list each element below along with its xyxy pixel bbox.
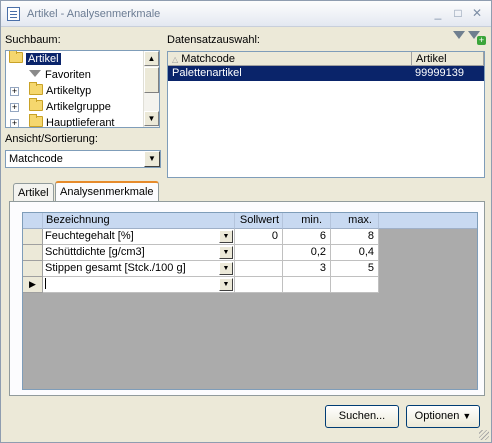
plus-icon: +: [477, 35, 486, 45]
expand-icon[interactable]: +: [10, 87, 19, 96]
cell-bezeichnung[interactable]: Schüttdichte [g/cm3] ▼: [43, 245, 235, 261]
tree-item-hauptlieferant[interactable]: Hauptlieferant: [29, 114, 115, 127]
cell-bezeichnung[interactable]: Feuchtegehalt [%] ▼: [43, 229, 235, 245]
cell-min[interactable]: 6: [283, 229, 331, 245]
column-header-min[interactable]: min.: [283, 213, 331, 229]
tree-item-artikeltyp[interactable]: Artikeltyp: [29, 82, 91, 99]
row-selector[interactable]: [23, 229, 43, 245]
sort-value: Matchcode: [9, 153, 63, 165]
resize-grip-icon[interactable]: [479, 430, 489, 440]
folder-icon: [9, 51, 23, 63]
cell-artikel: 99999139: [415, 67, 464, 79]
chevron-down-icon: ▼: [462, 411, 472, 421]
cell-matchcode: Palettenartikel: [172, 67, 242, 79]
search-tree[interactable]: Artikel Favoriten + Artikeltyp + Artikel…: [5, 50, 160, 128]
cell-sollwert[interactable]: 0: [235, 229, 283, 245]
scroll-thumb[interactable]: [144, 67, 159, 93]
merkmale-grid[interactable]: Bezeichnung Sollwert min. max. Feuchtege…: [22, 212, 478, 390]
minimize-icon[interactable]: _: [431, 6, 445, 20]
cell-max[interactable]: 8: [331, 229, 379, 245]
folder-icon: [29, 114, 43, 127]
chevron-down-icon[interactable]: ▼: [219, 230, 233, 243]
scroll-down-icon[interactable]: ▼: [144, 111, 159, 126]
sort-label: Ansicht/Sortierung:: [5, 133, 98, 145]
cell-min[interactable]: 3: [283, 261, 331, 277]
cell-max-new[interactable]: [331, 277, 379, 293]
cell-max[interactable]: 0,4: [331, 245, 379, 261]
text-cursor: [45, 278, 46, 289]
cell-bezeichnung-new[interactable]: ▼: [43, 277, 235, 293]
close-icon[interactable]: ✕: [470, 6, 484, 20]
title-bar: Artikel - Analysenmerkmale _ □ ✕: [1, 1, 491, 27]
records-grid[interactable]: △ Matchcode Artikel Palettenartikel 9999…: [167, 51, 485, 178]
cell-max[interactable]: 5: [331, 261, 379, 277]
row-selector[interactable]: [23, 245, 43, 261]
cell-sollwert-new[interactable]: [235, 277, 283, 293]
header-filler: [379, 213, 477, 229]
tree-item-favoriten[interactable]: Favoriten: [29, 68, 91, 83]
tree-item-artikel[interactable]: Artikel: [9, 51, 61, 67]
column-header-artikel[interactable]: Artikel: [412, 52, 484, 66]
tree-label: Suchbaum:: [5, 34, 61, 46]
row-selector-header: [23, 213, 43, 229]
chevron-down-icon[interactable]: ▼: [219, 262, 233, 275]
folder-icon: [29, 98, 43, 111]
options-button[interactable]: Optionen ▼: [406, 405, 480, 428]
tab-analysenmerkmale[interactable]: Analysenmerkmale: [55, 181, 159, 203]
scroll-up-icon[interactable]: ▲: [144, 51, 159, 66]
tab-artikel[interactable]: Artikel: [13, 183, 54, 203]
window-title: Artikel - Analysenmerkmale: [27, 8, 161, 20]
search-button[interactable]: Suchen...: [325, 405, 399, 428]
current-row-icon[interactable]: ▶: [23, 277, 43, 293]
records-label: Datensatzauswahl:: [167, 34, 260, 46]
chevron-down-icon[interactable]: ▼: [219, 246, 233, 259]
tab-panel: Bezeichnung Sollwert min. max. Feuchtege…: [9, 201, 485, 396]
sort-asc-icon: △: [172, 55, 179, 64]
window: Artikel - Analysenmerkmale _ □ ✕ Suchbau…: [0, 0, 492, 443]
column-header-max[interactable]: max.: [331, 213, 379, 229]
funnel-icon: [29, 70, 41, 77]
column-header-bezeichnung[interactable]: Bezeichnung: [43, 213, 235, 229]
column-header-matchcode[interactable]: △ Matchcode: [168, 52, 412, 66]
sort-dropdown[interactable]: Matchcode ▼: [5, 150, 161, 168]
maximize-icon[interactable]: □: [451, 6, 465, 20]
chevron-down-icon[interactable]: ▼: [219, 278, 233, 291]
cell-sollwert[interactable]: [235, 245, 283, 261]
table-row[interactable]: Palettenartikel 99999139: [168, 66, 484, 81]
cell-sollwert[interactable]: [235, 261, 283, 277]
column-header-sollwert[interactable]: Sollwert: [235, 213, 283, 229]
expand-icon[interactable]: +: [10, 119, 19, 127]
cell-min-new[interactable]: [283, 277, 331, 293]
row-selector[interactable]: [23, 261, 43, 277]
app-icon: [7, 7, 20, 21]
folder-icon: [29, 82, 43, 95]
cell-bezeichnung[interactable]: Stippen gesamt [Stck./100 g] ▼: [43, 261, 235, 277]
tree-scrollbar[interactable]: ▲ ▼: [143, 51, 159, 127]
cell-min[interactable]: 0,2: [283, 245, 331, 261]
filter-icon[interactable]: [453, 31, 465, 39]
chevron-down-icon[interactable]: ▼: [144, 151, 160, 167]
expand-icon[interactable]: +: [10, 103, 19, 112]
tree-item-artikelgruppe[interactable]: Artikelgruppe: [29, 98, 111, 115]
